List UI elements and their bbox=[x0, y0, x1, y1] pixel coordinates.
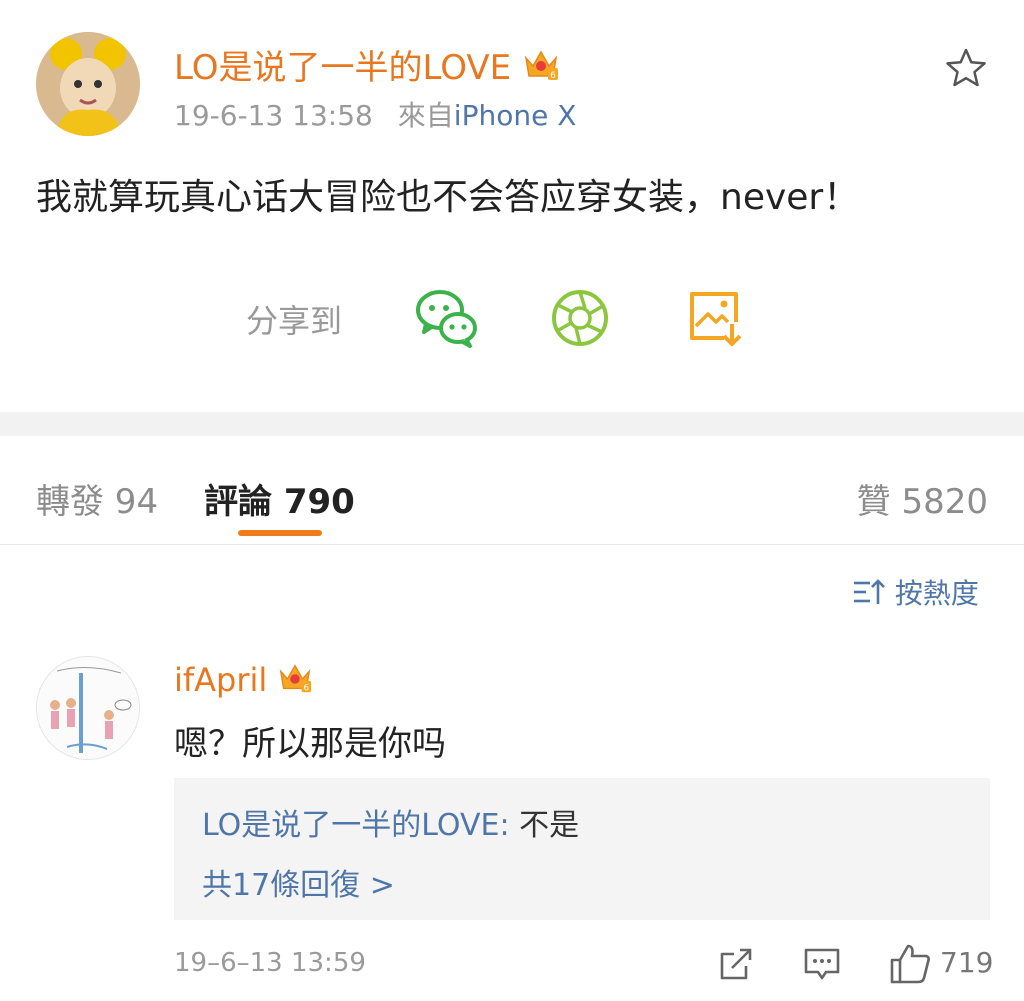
moments-icon[interactable] bbox=[548, 286, 612, 350]
reply-preview[interactable]: LO是说了一半的LOVE: 不是 bbox=[202, 800, 579, 844]
sort-label: 按熱度 bbox=[894, 577, 979, 610]
sort-by-hot-button[interactable]: 按熱度 bbox=[852, 572, 979, 614]
share-label: 分享到 bbox=[246, 302, 343, 340]
view-all-replies-link[interactable]: 共17條回復 > bbox=[202, 860, 395, 904]
comment-text: 嗯？所以那是你吗 bbox=[174, 724, 446, 764]
tab-reposts[interactable]: 轉發 94 bbox=[36, 474, 158, 523]
reply-author-name[interactable]: LO是说了一半的LOVE bbox=[202, 808, 499, 843]
reply-comment-icon[interactable] bbox=[802, 944, 842, 984]
wechat-icon[interactable] bbox=[414, 286, 478, 350]
post-meta: 19-6-13 13:58 來自iPhone X bbox=[174, 94, 576, 134]
post-source-prefix: 來自 bbox=[397, 99, 454, 132]
vip-crown-icon: 6 bbox=[522, 46, 560, 93]
vip-crown-icon: 6 bbox=[277, 660, 313, 704]
post-time: 19-6-13 13:58 bbox=[174, 99, 373, 132]
commenter-name-text[interactable]: ifApril bbox=[174, 661, 267, 699]
share-comment-icon[interactable] bbox=[716, 944, 756, 984]
active-tab-indicator bbox=[238, 530, 322, 536]
like-thumb-icon[interactable] bbox=[888, 942, 932, 986]
favorite-star-icon[interactable] bbox=[944, 46, 988, 90]
commenter-avatar[interactable] bbox=[36, 656, 140, 760]
sort-icon bbox=[852, 577, 886, 614]
post-author-name-text[interactable]: LO是说了一半的LOVE bbox=[174, 48, 511, 88]
save-image-icon[interactable] bbox=[684, 286, 748, 350]
author-avatar[interactable] bbox=[36, 32, 140, 136]
reply-separator: : bbox=[499, 808, 520, 843]
vip-level-badge: 6 bbox=[550, 71, 556, 81]
tab-divider bbox=[0, 544, 1024, 545]
vip-level-badge: 6 bbox=[304, 683, 309, 693]
post-source-device[interactable]: iPhone X bbox=[454, 99, 577, 132]
post-body-text: 我就算玩真心话大冒险也不会答应穿女装，never！ bbox=[36, 177, 860, 218]
post-author-name[interactable]: LO是说了一半的LOVE 6 bbox=[174, 40, 560, 93]
tab-likes[interactable]: 贊 5820 bbox=[857, 474, 988, 523]
tab-comments[interactable]: 評論 790 bbox=[204, 474, 355, 523]
like-count: 719 bbox=[940, 946, 994, 979]
commenter-name[interactable]: ifApril 6 bbox=[174, 660, 313, 704]
reply-text: 不是 bbox=[519, 808, 580, 843]
section-separator bbox=[0, 412, 1024, 436]
comment-time: 19–6–13 13:59 bbox=[174, 948, 366, 978]
